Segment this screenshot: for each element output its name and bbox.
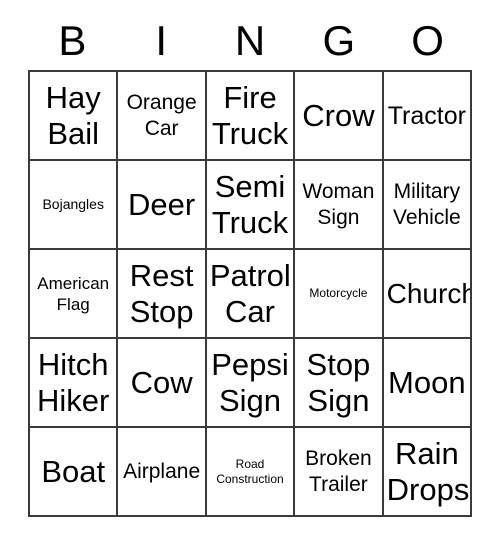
- bingo-cell-label: Deer: [128, 186, 196, 222]
- header-letter-b: B: [58, 17, 87, 64]
- bingo-cell[interactable]: Hay Bail: [30, 72, 119, 161]
- bingo-cell-label: Rest Stop: [129, 257, 194, 329]
- header-letter-o: O: [411, 17, 444, 64]
- bingo-cell-label: Hay Bail: [45, 79, 101, 151]
- bingo-cell[interactable]: Moon: [383, 339, 473, 428]
- bingo-cell-label: Pepsi Sign: [211, 346, 289, 418]
- bingo-cell[interactable]: Broken Trailer: [295, 428, 384, 517]
- bingo-cell[interactable]: Woman Sign: [295, 161, 384, 250]
- bingo-cell[interactable]: Rain Drops: [383, 428, 473, 517]
- bingo-cell[interactable]: Deer: [118, 161, 207, 250]
- bingo-row: Hitch Hiker Cow Pepsi Sign Stop Sign Moo…: [30, 339, 473, 428]
- bingo-cell-label: Motorcycle: [309, 286, 368, 300]
- bingo-cell-label: Bojangles: [42, 196, 104, 212]
- bingo-cell-label: Fire Truck: [211, 79, 289, 151]
- bingo-cell-label: Military Vehicle: [392, 179, 461, 229]
- bingo-cell-label: Stop Sign: [306, 346, 371, 418]
- bingo-cell[interactable]: Semi Truck: [206, 161, 296, 250]
- bingo-cell[interactable]: American Flag: [30, 250, 119, 339]
- bingo-row: Hay Bail Orange Car Fire Truck Crow Trac…: [30, 72, 473, 161]
- header-letter-n: N: [234, 17, 266, 64]
- bingo-header-row: B I N G O: [28, 12, 472, 70]
- bingo-row: Boat Airplane Road Construction Broken T…: [30, 428, 473, 517]
- bingo-cell[interactable]: Military Vehicle: [383, 161, 473, 250]
- bingo-cell-label: Rain Drops: [386, 435, 470, 507]
- bingo-grid: Hay Bail Orange Car Fire Truck Crow Trac…: [28, 70, 473, 517]
- bingo-cell-label: Road Construction: [216, 456, 284, 486]
- bingo-cell-label: Broken Trailer: [305, 446, 372, 496]
- bingo-cell[interactable]: Road Construction: [206, 428, 296, 517]
- bingo-cell-label: Woman Sign: [302, 179, 375, 229]
- bingo-cell[interactable]: Church: [383, 250, 473, 339]
- bingo-cell[interactable]: Fire Truck: [206, 72, 296, 161]
- bingo-cell[interactable]: Pepsi Sign: [206, 339, 296, 428]
- bingo-cell[interactable]: Airplane: [118, 428, 207, 517]
- bingo-row: American Flag Rest Stop Patrol Car Motor…: [30, 250, 473, 339]
- bingo-cell-label: Cow: [130, 364, 193, 400]
- header-letter-g: G: [322, 17, 356, 64]
- bingo-cell[interactable]: Crow: [295, 72, 384, 161]
- bingo-row: Bojangles Deer Semi Truck Woman Sign Mil…: [30, 161, 473, 250]
- bingo-cell[interactable]: Orange Car: [118, 72, 207, 161]
- bingo-cell[interactable]: Patrol Car: [206, 250, 296, 339]
- bingo-cell-label: American Flag: [37, 273, 110, 314]
- bingo-cell[interactable]: Stop Sign: [295, 339, 384, 428]
- bingo-cell-label: Hitch Hiker: [37, 346, 110, 418]
- bingo-cell-label: Moon: [388, 364, 466, 400]
- bingo-cell[interactable]: Boat: [30, 428, 119, 517]
- bingo-cell[interactable]: Tractor: [383, 72, 473, 161]
- bingo-cell-label: Crow: [302, 97, 375, 133]
- bingo-cell[interactable]: Motorcycle: [295, 250, 384, 339]
- bingo-card: B I N G O Hay Bail Orange Car Fire Truck…: [28, 12, 473, 517]
- bingo-cell-label: Boat: [41, 453, 106, 489]
- bingo-cell[interactable]: Cow: [118, 339, 207, 428]
- bingo-cell-label: Church: [386, 278, 473, 309]
- bingo-cell-label: Patrol Car: [209, 257, 291, 329]
- bingo-cell[interactable]: Bojangles: [30, 161, 119, 250]
- bingo-cell-label: Semi Truck: [211, 168, 289, 240]
- bingo-cell[interactable]: Hitch Hiker: [30, 339, 119, 428]
- bingo-cell-label: Airplane: [123, 459, 201, 483]
- bingo-cell-label: Tractor: [387, 101, 466, 130]
- header-letter-i: I: [155, 17, 168, 64]
- bingo-cell-label: Orange Car: [126, 90, 197, 140]
- bingo-cell[interactable]: Rest Stop: [118, 250, 207, 339]
